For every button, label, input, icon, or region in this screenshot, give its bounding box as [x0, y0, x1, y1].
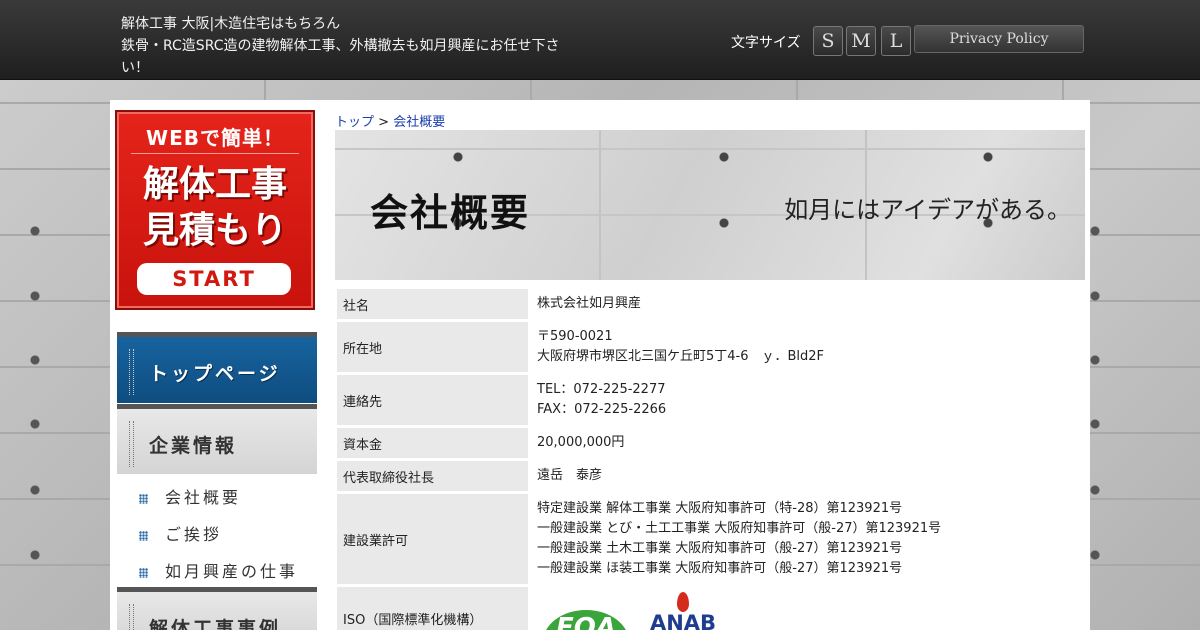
row-value-line: 一般建設業 土木工事業 大阪府知事許可（般-27）第123921号 [537, 541, 903, 556]
row-value-line: 株式会社如月興産 [537, 296, 642, 311]
breadcrumb-home-link[interactable]: トップ [335, 115, 374, 130]
nav-bar-decoration [129, 421, 134, 467]
nav-top-page[interactable]: トップページ [117, 332, 317, 403]
anab-logo-text: ANAB [649, 611, 717, 630]
tagline-line-2: 鉄骨・RC造SRC造の建物解体工事、外構撤去も如月興産にお任せ下さい！ [121, 38, 560, 76]
dotted-bullet-icon [139, 493, 148, 504]
row-value-line: TEL：072-225-2277 [537, 382, 666, 397]
tagline-line-1: 解体工事 大阪|木造住宅はもちろん [121, 16, 341, 32]
row-value: 株式会社如月興産 [531, 289, 1087, 319]
row-label: 連絡先 [337, 375, 531, 425]
row-value-line: 〒590-0021 [537, 329, 613, 344]
row-value-line: 一般建設業 ほ装工事業 大阪府知事許可（般-27）第123921号 [537, 561, 903, 576]
font-size-m-button[interactable]: M [846, 26, 876, 56]
estimate-banner-divider [131, 153, 299, 154]
row-label: 社名 [337, 289, 531, 319]
row-label: 代表取締役社長 [337, 461, 531, 491]
font-size-l-button[interactable]: L [881, 26, 911, 56]
table-row: 建設業許可 特定建設業 解体工事業 大阪府知事許可（特-28）第123921号 一般… [337, 494, 1087, 584]
row-value-line: 一般建設業 とび・土工工事業 大阪府知事許可（般-27）第123921号 [537, 521, 942, 536]
estimate-start-button[interactable]: START [137, 263, 291, 295]
content-container: WEBで簡単！ 解体工事 見積もり START トップページ 企業情報 会社概要… [110, 100, 1090, 630]
estimate-banner-title-line-2: 見積もり [142, 210, 287, 251]
row-value: 特定建設業 解体工事業 大阪府知事許可（特-28）第123921号一般建設業 と… [531, 494, 1087, 584]
breadcrumb-separator: > [374, 115, 394, 130]
nav-company-info[interactable]: 企業情報 [117, 404, 317, 474]
subnav-item-company-overview[interactable]: 会社概要 [139, 484, 241, 514]
dotted-bullet-icon [139, 567, 148, 578]
site-tagline: 解体工事 大阪|木造住宅はもちろん 鉄骨・RC造SRC造の建物解体工事、外構撤去… [121, 13, 571, 79]
dotted-bullet-icon [139, 530, 148, 541]
site-header: 解体工事 大阪|木造住宅はもちろん 鉄骨・RC造SRC造の建物解体工事、外構撤去… [0, 0, 1200, 80]
row-label: ISO（国際標準化機構） [337, 587, 531, 630]
row-value: EQA ANABACCREDITED [531, 587, 1087, 630]
estimate-banner-sub: WEBで簡単！ [146, 126, 284, 150]
table-row: 資本金 20,000,000円 [337, 428, 1087, 458]
table-row: 連絡先 TEL：072-225-2277 FAX：072-225-2266 [337, 375, 1087, 425]
breadcrumb: トップ > 会社概要 [335, 111, 445, 130]
eqa-logo-icon: EQA [543, 610, 629, 630]
hero-slogan: 如月にはアイデアがある。 [784, 196, 1071, 224]
page-hero-banner: 会社概要 如月にはアイデアがある。 [335, 130, 1085, 280]
row-label: 資本金 [337, 428, 531, 458]
row-value: 遠岳 泰彦 [531, 461, 1087, 491]
table-row: 所在地 〒590-0021 大阪府堺市堺区北三国ケ丘町5丁4-6 ｙ．Bld2F [337, 322, 1087, 372]
breadcrumb-current-link[interactable]: 会社概要 [393, 115, 445, 130]
table-row: 社名 株式会社如月興産 [337, 289, 1087, 319]
privacy-policy-button[interactable]: Privacy Policy [914, 25, 1084, 53]
estimate-banner-title-line-1: 解体工事 [142, 164, 287, 205]
company-info-table-body: 社名 株式会社如月興産 所在地 〒590-0021 大阪府堺市堺区北三国ケ丘町5丁4-6… [337, 289, 1087, 630]
row-label: 所在地 [337, 322, 531, 372]
row-value-line: 特定建設業 解体工事業 大阪府知事許可（特-28）第123921号 [537, 501, 903, 516]
table-row: ISO（国際標準化機構） EQA ANABACCREDITED [337, 587, 1087, 630]
estimate-banner-title: 解体工事 見積もり [117, 162, 313, 254]
page-title: 会社概要 [370, 191, 531, 235]
font-size-label: 文字サイズ [731, 35, 801, 51]
subnav-label: 如月興産の仕事 [165, 562, 299, 581]
row-value-line: 遠岳 泰彦 [537, 468, 603, 483]
anab-flame-icon [677, 592, 689, 612]
subnav-label: ご挨拶 [165, 525, 223, 544]
subnav-item-our-work[interactable]: 如月興産の仕事 [139, 558, 298, 588]
row-label: 建設業許可 [337, 494, 531, 584]
row-value-line: 大阪府堺市堺区北三国ケ丘町5丁4-6 ｙ．Bld2F [537, 349, 825, 364]
row-value: TEL：072-225-2277 FAX：072-225-2266 [531, 375, 1087, 425]
subnav-label: 会社概要 [165, 488, 242, 507]
nav-demolition-cases-label: 解体工事事例 [149, 618, 282, 630]
nav-bar-decoration [129, 349, 134, 395]
row-value-line: 20,000,000円 [537, 435, 625, 450]
nav-demolition-cases[interactable]: 解体工事事例 [117, 587, 317, 630]
row-value-line: FAX：072-225-2266 [537, 402, 667, 417]
font-size-s-button[interactable]: S [813, 26, 843, 56]
anab-logo-icon: ANABACCREDITED [645, 592, 721, 630]
estimate-banner[interactable]: WEBで簡単！ 解体工事 見積もり START [115, 110, 315, 310]
row-value: 〒590-0021 大阪府堺市堺区北三国ケ丘町5丁4-6 ｙ．Bld2F [531, 322, 1087, 372]
nav-company-info-label: 企業情報 [149, 435, 238, 457]
company-info-table: 社名 株式会社如月興産 所在地 〒590-0021 大阪府堺市堺区北三国ケ丘町5丁4-6… [337, 286, 1087, 630]
iso-certification-logos: EQA ANABACCREDITED [537, 592, 1081, 630]
nav-bar-decoration [129, 604, 134, 630]
nav-top-page-label: トップページ [149, 363, 281, 385]
table-row: 代表取締役社長 遠岳 泰彦 [337, 461, 1087, 491]
subnav-item-greeting[interactable]: ご挨拶 [139, 521, 222, 551]
row-value: 20,000,000円 [531, 428, 1087, 458]
